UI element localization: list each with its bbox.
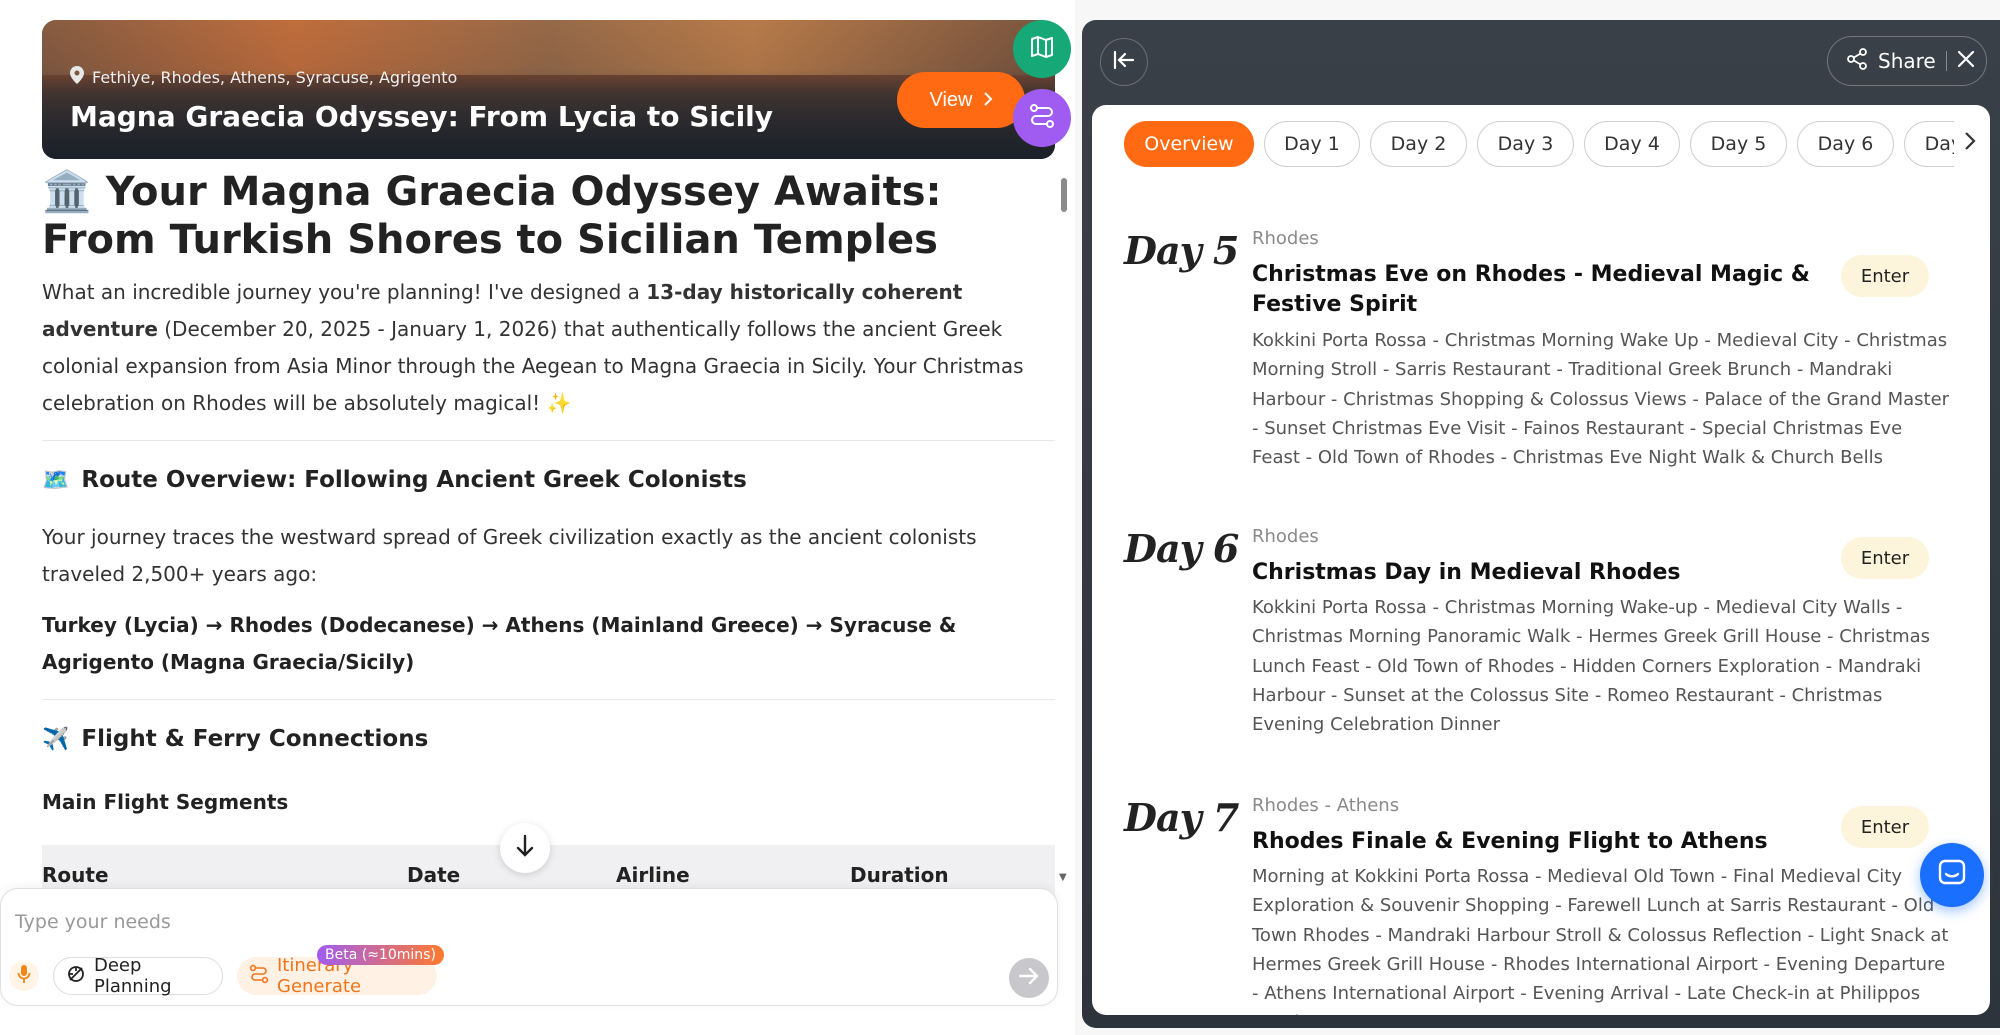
tab-day-3[interactable]: Day 3	[1477, 121, 1574, 167]
th-date: Date	[407, 863, 461, 887]
enter-button[interactable]: Enter	[1841, 537, 1929, 579]
day-tabs: Overview Day 1 Day 2 Day 3 Day 4 Day 5 D…	[1124, 121, 1954, 167]
route-icon	[1028, 102, 1056, 134]
needs-input[interactable]	[15, 911, 1015, 933]
send-button[interactable]	[1009, 958, 1049, 998]
itinerary-route-icon	[249, 964, 269, 989]
day-item: Day 5 Rhodes Christmas Eve on Rhodes - M…	[1124, 228, 1964, 468]
day-location: Rhodes - Athens	[1252, 795, 1400, 816]
th-duration: Duration	[850, 863, 949, 887]
map-icon	[1029, 34, 1055, 64]
assistant-message: 🏛️ Your Magna Graecia Odyssey Awaits: Fr…	[42, 168, 1055, 814]
tab-day-5[interactable]: Day 5	[1690, 121, 1787, 167]
share-bar: Share	[1827, 36, 1987, 86]
enter-button[interactable]: Enter	[1841, 255, 1929, 297]
scroll-down-arrow-icon[interactable]: ▼	[1059, 872, 1067, 883]
day-location: Rhodes	[1252, 526, 1319, 547]
scroll-to-bottom-button[interactable]	[500, 823, 550, 873]
mic-button[interactable]	[9, 961, 39, 991]
divider	[42, 440, 1055, 441]
beta-badge: Beta (≈10mins)	[317, 945, 444, 965]
send-arrow-icon	[1018, 967, 1039, 989]
day-description: Kokkini Porta Rossa - Christmas Morning …	[1252, 597, 1931, 736]
map-button[interactable]	[1013, 20, 1071, 78]
flight-heading: ✈️ Flight & Ferry Connections	[42, 726, 1055, 752]
scrollbar-thumb[interactable]	[1061, 178, 1067, 212]
support-chat-button[interactable]	[1920, 843, 1984, 907]
day-description: Morning at Kokkini Porta Rossa - Medieva…	[1252, 866, 1949, 1015]
th-route: Route	[42, 863, 109, 887]
tab-day-6[interactable]: Day 6	[1797, 121, 1894, 167]
hero-location-text: Fethiye, Rhodes, Athens, Syracuse, Agrig…	[92, 67, 458, 87]
deep-planning-icon	[66, 964, 86, 989]
day-badge: Day 5	[1124, 228, 1239, 273]
intro-paragraph: What an incredible journey you're planni…	[42, 274, 1055, 422]
route-paragraph: Your journey traces the westward spread …	[42, 525, 977, 586]
day-location: Rhodes	[1252, 228, 1319, 249]
intro-text-2: (December 20, 2025 - January 1, 2026) th…	[42, 317, 1024, 415]
flight-heading-text: Flight & Ferry Connections	[81, 726, 429, 752]
enter-button[interactable]: Enter	[1841, 806, 1929, 848]
share-button[interactable]: Share	[1878, 49, 1936, 73]
museum-icon: 🏛️	[42, 169, 92, 215]
chevron-right-icon	[983, 89, 993, 112]
day-title: Rhodes Finale & Evening Flight to Athens	[1252, 829, 1768, 854]
close-icon[interactable]	[1957, 49, 1975, 73]
location-pin-icon	[70, 66, 84, 88]
airplane-icon: ✈️	[42, 726, 70, 752]
hero-title: Magna Graecia Odyssey: From Lycia to Sic…	[70, 100, 774, 133]
route-button[interactable]	[1013, 89, 1071, 147]
itinerary-panel: Share Overview Day 1 Day 2 Day 3 Day 4 D…	[1082, 20, 2000, 1028]
route-heading: 🗺️ Route Overview: Following Ancient Gre…	[42, 467, 1055, 493]
article-title: 🏛️ Your Magna Graecia Odyssey Awaits: Fr…	[42, 168, 1055, 264]
arrow-down-icon	[515, 834, 535, 862]
share-icon[interactable]	[1846, 47, 1868, 75]
article-title-text: Your Magna Graecia Odyssey Awaits: From …	[42, 169, 942, 263]
composer: Deep Planning Itinerary Generate Beta (≈…	[0, 888, 1058, 1006]
tab-overview[interactable]: Overview	[1124, 121, 1254, 167]
mic-icon	[17, 964, 31, 988]
day-title: Christmas Day in Medieval Rhodes	[1252, 560, 1681, 585]
route-heading-text: Route Overview: Following Ancient Greek …	[81, 467, 747, 493]
day-title: Christmas Eve on Rhodes - Medieval Magic…	[1252, 262, 1810, 317]
itinerary-card: Overview Day 1 Day 2 Day 3 Day 4 Day 5 D…	[1092, 105, 1990, 1015]
hero-location: Fethiye, Rhodes, Athens, Syracuse, Agrig…	[70, 66, 457, 88]
deep-planning-label: Deep Planning	[94, 955, 172, 997]
divider	[42, 699, 1055, 700]
deep-planning-button[interactable]: Deep Planning	[53, 955, 223, 997]
segments-heading: Main Flight Segments	[42, 790, 289, 814]
th-airline: Airline	[616, 863, 690, 887]
day-item: Day 7 Rhodes - Athens Rhodes Finale & Ev…	[1124, 795, 1964, 1015]
chat-panel: Fethiye, Rhodes, Athens, Syracuse, Agrig…	[0, 0, 1075, 1035]
day-item: Day 6 Rhodes Christmas Day in Medieval R…	[1124, 526, 1964, 746]
map-emoji-icon: 🗺️	[42, 467, 70, 493]
tab-day-2[interactable]: Day 2	[1370, 121, 1467, 167]
collapse-left-icon	[1113, 50, 1135, 74]
tab-day-7[interactable]: Day 7	[1904, 121, 1954, 167]
day-badge: Day 6	[1124, 526, 1239, 571]
tabs-next-chevron-icon[interactable]	[1964, 131, 1976, 156]
day-badge: Day 7	[1124, 795, 1239, 840]
view-label: View	[929, 88, 973, 111]
route-path: Turkey (Lycia) → Rhodes (Dodecanese) → A…	[42, 613, 957, 674]
view-button[interactable]: View	[897, 72, 1025, 128]
day-description: Kokkini Porta Rossa - Christmas Morning …	[1252, 330, 1950, 469]
share-separator	[1945, 51, 1947, 71]
intro-text-1: What an incredible journey you're planni…	[42, 280, 647, 304]
chat-bubble-icon	[1937, 858, 1967, 892]
tab-day-1[interactable]: Day 1	[1264, 121, 1360, 167]
tab-day-4[interactable]: Day 4	[1584, 121, 1680, 167]
collapse-panel-button[interactable]	[1100, 38, 1148, 86]
